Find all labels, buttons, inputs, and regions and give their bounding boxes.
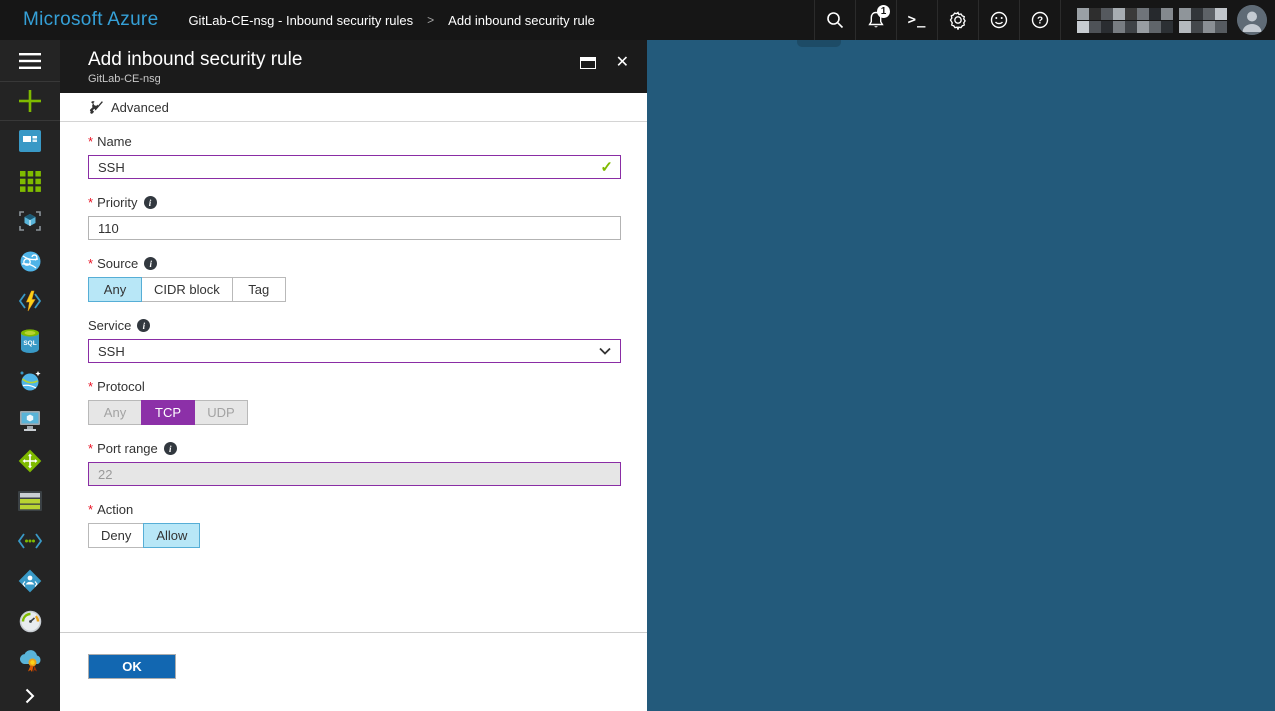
advisor-icon[interactable]	[0, 641, 60, 681]
panel-title: Add inbound security rule	[88, 47, 631, 72]
chevron-down-icon	[599, 347, 611, 355]
notification-count-badge: 1	[877, 5, 890, 18]
valid-check-icon: ✓	[600, 158, 613, 176]
info-icon[interactable]: i	[144, 196, 157, 209]
protocol-label: * Protocol	[88, 379, 622, 394]
source-label: * Source i	[88, 256, 622, 271]
required-asterisk: *	[88, 134, 93, 149]
service-select-value: SSH	[98, 344, 125, 359]
panel-toolbar: Advanced	[60, 93, 647, 122]
load-balancers-icon[interactable]	[0, 441, 60, 481]
azure-logo[interactable]: Microsoft Azure	[23, 9, 158, 31]
breadcrumb: GitLab-CE-nsg - Inbound security rules >…	[188, 13, 594, 28]
panel-body: * Name ✓ * Priority i * Source	[60, 122, 647, 632]
required-asterisk: *	[88, 502, 93, 517]
protocol-toggle-group: Any TCP UDP	[88, 400, 622, 425]
info-icon[interactable]: i	[164, 442, 177, 455]
close-icon[interactable]: ✕	[616, 55, 629, 71]
port-range-input	[88, 462, 621, 486]
protocol-option-udp: UDP	[194, 400, 248, 425]
sql-databases-icon[interactable]: SQL	[0, 321, 60, 361]
name-input[interactable]	[88, 155, 621, 179]
field-source: * Source i Any CIDR block Tag	[88, 256, 622, 302]
app-services-globe-icon[interactable]	[0, 241, 60, 281]
svg-text:SQL: SQL	[23, 340, 36, 347]
source-option-cidr-block[interactable]: CIDR block	[141, 277, 233, 302]
service-select[interactable]: SSH	[88, 339, 621, 363]
virtual-machines-icon[interactable]	[0, 401, 60, 441]
active-directory-icon[interactable]	[0, 561, 60, 601]
feedback-icon[interactable]	[978, 0, 1019, 40]
left-sidebar: SQL	[0, 40, 60, 711]
help-icon[interactable]: ?	[1019, 0, 1060, 40]
top-bar: Microsoft Azure GitLab-CE-nsg - Inbound …	[0, 0, 1275, 40]
panel-header: Add inbound security rule GitLab-CE-nsg …	[60, 40, 647, 93]
field-port-range: * Port range i	[88, 441, 622, 486]
hamburger-menu-icon[interactable]	[0, 40, 60, 82]
advanced-label: Advanced	[111, 100, 169, 115]
monitor-icon[interactable]	[0, 601, 60, 641]
cloud-shell-icon[interactable]: >_	[896, 0, 937, 40]
breadcrumb-separator-icon: >	[427, 13, 434, 27]
action-option-deny[interactable]: Deny	[88, 523, 144, 548]
required-asterisk: *	[88, 379, 93, 394]
service-label: Service i	[88, 318, 622, 333]
port-range-label: * Port range i	[88, 441, 622, 456]
field-name: * Name ✓	[88, 134, 622, 179]
avatar[interactable]	[1237, 5, 1267, 35]
cosmos-db-icon[interactable]	[0, 361, 60, 401]
ok-button[interactable]: OK	[88, 654, 176, 679]
priority-input[interactable]	[88, 216, 621, 240]
name-label: * Name	[88, 134, 622, 149]
tools-icon	[89, 100, 104, 115]
topbar-actions: 1 >_ ?	[814, 0, 1275, 40]
svg-text:?: ?	[1037, 16, 1043, 27]
action-label: * Action	[88, 502, 622, 517]
breadcrumb-current: Add inbound security rule	[448, 13, 595, 28]
dashboard-background	[647, 40, 1275, 711]
protocol-option-tcp: TCP	[141, 400, 195, 425]
field-protocol: * Protocol Any TCP UDP	[88, 379, 622, 425]
add-inbound-security-rule-panel: Add inbound security rule GitLab-CE-nsg …	[60, 40, 647, 711]
breadcrumb-parent[interactable]: GitLab-CE-nsg - Inbound security rules	[188, 13, 413, 28]
required-asterisk: *	[88, 195, 93, 210]
panel-footer: OK	[60, 632, 647, 711]
expand-chevron-icon[interactable]	[0, 681, 60, 711]
source-option-tag[interactable]: Tag	[232, 277, 286, 302]
action-toggle-group: Deny Allow	[88, 523, 622, 548]
panel-subtitle: GitLab-CE-nsg	[88, 73, 631, 85]
all-resources-cube-icon[interactable]	[0, 201, 60, 241]
field-service: Service i SSH	[88, 318, 622, 363]
all-services-grid-icon[interactable]	[0, 161, 60, 201]
info-icon[interactable]: i	[144, 257, 157, 270]
redacted-user-info	[1077, 8, 1227, 33]
function-apps-icon[interactable]	[0, 281, 60, 321]
protocol-option-any: Any	[88, 400, 142, 425]
new-plus-icon[interactable]	[0, 82, 60, 121]
info-icon[interactable]: i	[137, 319, 150, 332]
virtual-networks-icon[interactable]	[0, 521, 60, 561]
search-icon[interactable]	[814, 0, 855, 40]
field-action: * Action Deny Allow	[88, 502, 622, 548]
settings-icon[interactable]	[937, 0, 978, 40]
advanced-button[interactable]: Advanced	[89, 100, 169, 115]
notifications-icon[interactable]: 1	[855, 0, 896, 40]
maximize-icon[interactable]	[580, 57, 596, 69]
required-asterisk: *	[88, 441, 93, 456]
user-area[interactable]	[1060, 0, 1275, 40]
dashboard-icon[interactable]	[0, 121, 60, 161]
source-toggle-group: Any CIDR block Tag	[88, 277, 622, 302]
dashboard-tab-notch	[797, 40, 841, 47]
required-asterisk: *	[88, 256, 93, 271]
action-option-allow[interactable]: Allow	[143, 523, 200, 548]
field-priority: * Priority i	[88, 195, 622, 240]
source-option-any[interactable]: Any	[88, 277, 142, 302]
storage-accounts-icon[interactable]	[0, 481, 60, 521]
priority-label: * Priority i	[88, 195, 622, 210]
